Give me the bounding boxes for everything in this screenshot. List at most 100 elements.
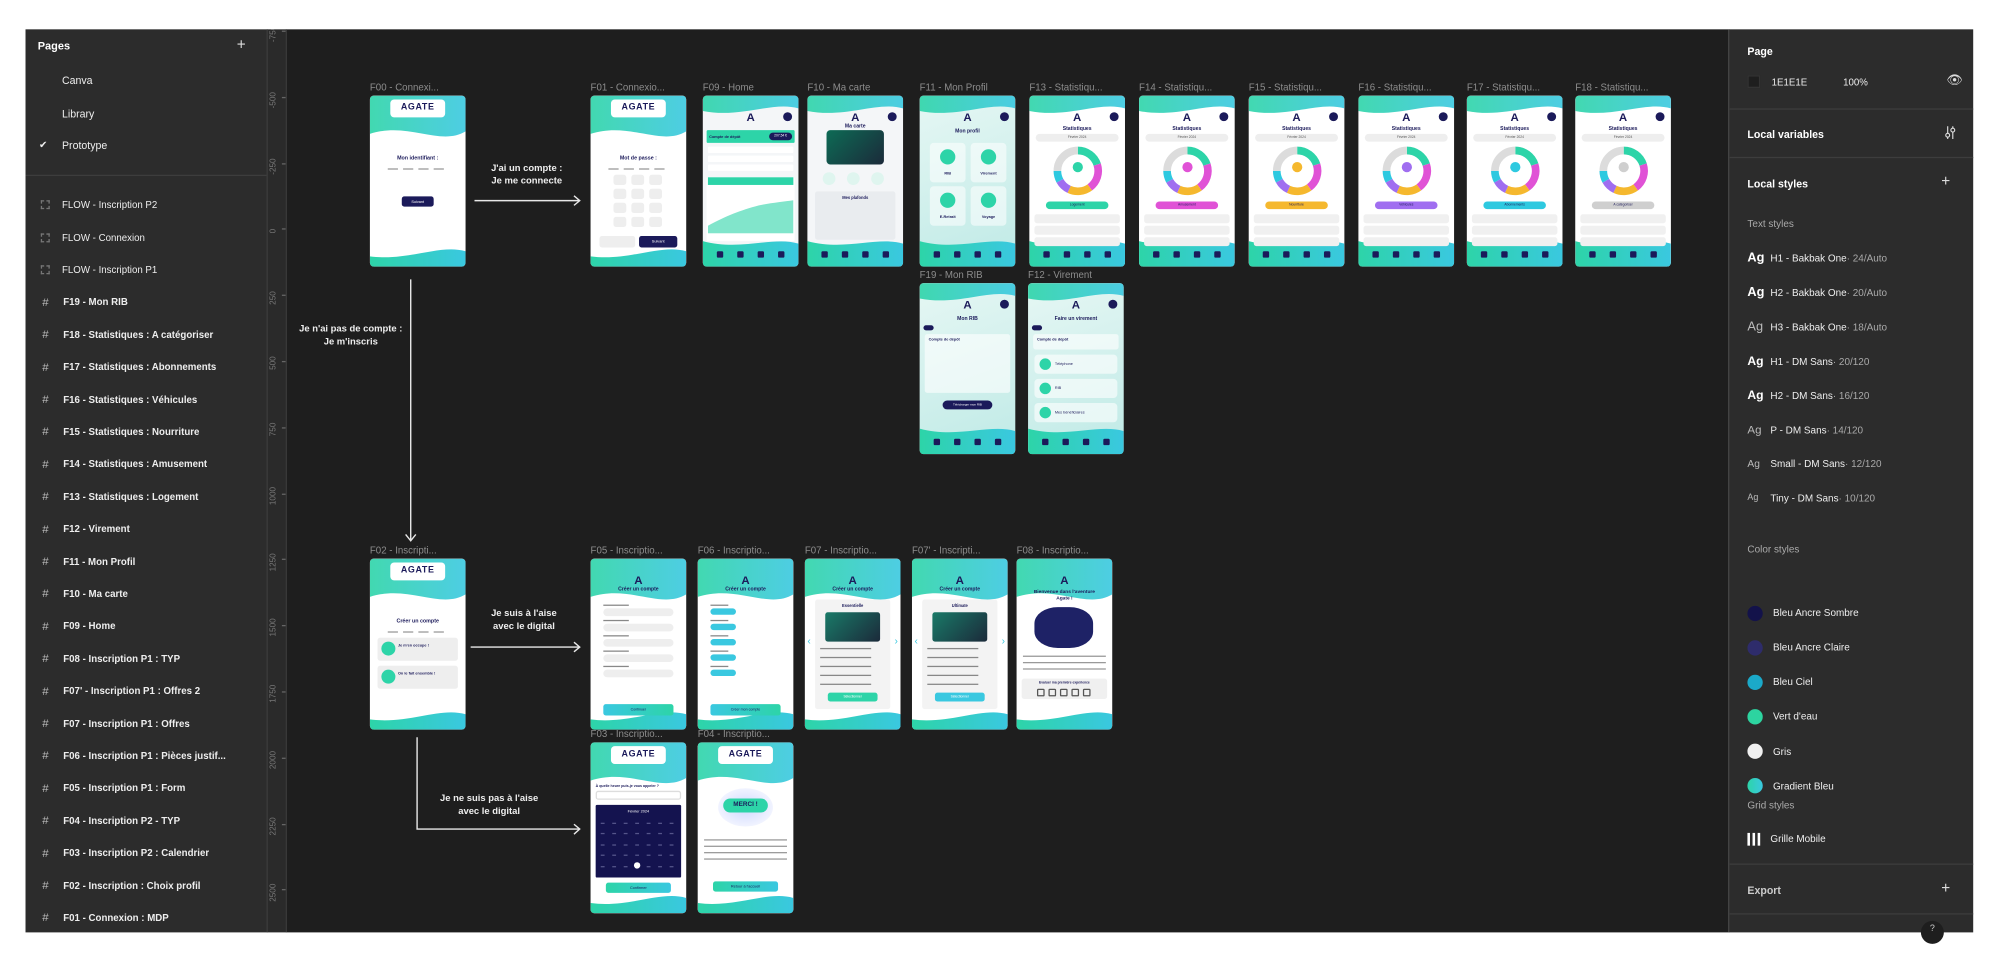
profile-tile[interactable]: E-Retrait xyxy=(929,185,966,226)
add-export-plus-icon[interactable]: + xyxy=(1941,880,1950,895)
frame-stats[interactable]: A Statistiques Février 2024 Logement xyxy=(1029,95,1125,267)
frame-label[interactable]: F19 - Mon RIB xyxy=(920,269,1019,280)
layer-item[interactable]: # F07 - Inscription P1 : Offres xyxy=(25,709,266,737)
category-pill[interactable]: Logement xyxy=(1045,201,1109,209)
variables-sliders-icon[interactable] xyxy=(1944,125,1957,140)
home-icon[interactable] xyxy=(1372,251,1380,258)
home-icon[interactable] xyxy=(1263,251,1270,258)
grid-style-item[interactable]: Grille Mobile xyxy=(1747,832,1826,846)
chart-icon[interactable] xyxy=(1541,251,1548,258)
frame-label[interactable]: F18 - Statistiqu... xyxy=(1575,81,1674,92)
frame-app[interactable]: A Ma carte Mes plafonds xyxy=(807,95,904,267)
frame-label[interactable]: F17 - Statistiqu... xyxy=(1467,81,1566,92)
add-style-plus-icon[interactable]: + xyxy=(1941,173,1950,188)
category-pill[interactable]: Nourriture xyxy=(1265,201,1328,209)
frame-calendar[interactable]: AGATE À quelle heure puis-je vous appeler… xyxy=(590,741,687,913)
frame-offer[interactable]: A Créer un compte Ultimate Sélectionner ‹ › xyxy=(911,558,1008,730)
chart-icon[interactable] xyxy=(1323,251,1330,258)
user-icon[interactable] xyxy=(757,251,764,258)
select-offer-button[interactable]: Sélectionner xyxy=(934,692,985,702)
chevron-right-icon[interactable]: › xyxy=(1002,635,1005,646)
help-button[interactable]: ? xyxy=(1920,920,1944,944)
frame-label[interactable]: F06 - Inscriptio... xyxy=(698,544,797,555)
layer-item[interactable]: # F02 - Inscription : Choix profil xyxy=(25,871,266,899)
card-icon[interactable] xyxy=(1283,251,1290,258)
frame-label[interactable]: F09 - Home xyxy=(703,81,802,92)
category-pill[interactable]: Amusement xyxy=(1155,201,1219,209)
frame-label[interactable]: F08 - Inscriptio... xyxy=(1017,544,1116,555)
frame-label[interactable]: F14 - Statistiqu... xyxy=(1139,81,1238,92)
month-selector[interactable]: Février 2024 xyxy=(1581,133,1665,142)
layer-item[interactable]: # F01 - Connexion : MDP xyxy=(25,904,266,932)
card-icon[interactable] xyxy=(1393,251,1400,258)
layer-item[interactable]: # F06 - Inscription P1 : Pièces justif... xyxy=(25,742,266,770)
select-offer-button[interactable]: Sélectionner xyxy=(827,692,878,702)
frame-profile2[interactable]: A Mon RIB Compte de dépôt Télécharger mon R… xyxy=(919,282,1016,454)
frame-auth[interactable]: AGATE Mon identifiant : Suivant xyxy=(369,95,466,267)
category-pill[interactable]: Abonnements xyxy=(1483,201,1546,209)
layer-item[interactable]: # F10 - Ma carte xyxy=(25,580,266,608)
frame-label[interactable]: F02 - Inscripti... xyxy=(370,544,469,555)
chart-icon[interactable] xyxy=(777,251,784,258)
text-style-item[interactable]: Ag P - DM Sans · 14/120 xyxy=(1747,424,1863,437)
layer-item[interactable]: # F08 - Inscription P1 : TYP xyxy=(25,644,266,672)
layer-item[interactable]: # F03 - Inscription P2 : Calendrier xyxy=(25,839,266,867)
frame-label[interactable]: F11 - Mon Profil xyxy=(920,81,1019,92)
frame-label[interactable]: F01 - Connexio... xyxy=(591,81,690,92)
home-icon[interactable] xyxy=(1042,439,1049,446)
card-icon[interactable] xyxy=(737,251,744,258)
frame-stats[interactable]: A Statistiques Février 2024 Amusement xyxy=(1139,95,1235,267)
export-title[interactable]: Export xyxy=(1747,884,1781,897)
chart-icon[interactable] xyxy=(994,439,1001,446)
chart-icon[interactable] xyxy=(994,251,1001,258)
card-icon[interactable] xyxy=(954,251,961,258)
user-icon[interactable] xyxy=(1521,251,1528,258)
frame-label[interactable]: F13 - Statistiqu... xyxy=(1029,81,1128,92)
user-icon[interactable] xyxy=(1413,251,1420,258)
frame-profile2[interactable]: A Faire un virement Compte de dépôt Télépho… xyxy=(1028,282,1124,454)
chart-icon[interactable] xyxy=(1102,439,1110,446)
card-icon[interactable] xyxy=(841,251,849,258)
color-style-item[interactable]: Bleu Ciel xyxy=(1747,674,1813,690)
layer-item[interactable]: # F05 - Inscription P1 : Form xyxy=(25,774,266,802)
user-icon[interactable] xyxy=(1629,251,1637,258)
design-canvas[interactable]: J'ai un compte : Je me connecte Je n'ai … xyxy=(286,28,1729,932)
frame-label[interactable]: F03 - Inscriptio... xyxy=(591,728,690,739)
home-icon[interactable] xyxy=(821,251,829,258)
transfer-option[interactable]: RIB xyxy=(1034,378,1118,398)
layer-item[interactable]: # F09 - Home xyxy=(25,612,266,640)
layer-item[interactable]: # F13 - Statistiques : Logement xyxy=(25,482,266,510)
chart-icon[interactable] xyxy=(1650,251,1657,258)
next-button[interactable]: Suivant xyxy=(639,235,678,248)
eye-icon[interactable]: 👁 xyxy=(1946,74,1962,88)
chevron-right-icon[interactable]: › xyxy=(895,635,898,646)
home-icon[interactable] xyxy=(1153,251,1160,258)
frame-stats[interactable]: A Statistiques Février 2024 Nourriture xyxy=(1248,95,1345,267)
frame-label[interactable]: F00 - Connexi... xyxy=(370,81,469,92)
user-icon[interactable] xyxy=(974,439,981,446)
frame-stats[interactable]: A Statistiques Février 2024 Véhicules xyxy=(1358,95,1455,267)
page-color-value[interactable]: 1E1E1E xyxy=(1772,76,1808,87)
card-icon[interactable] xyxy=(1501,251,1508,258)
text-style-item[interactable]: Ag H3 - Bakbak One · 18/Auto xyxy=(1747,320,1887,334)
month-selector[interactable]: Février 2024 xyxy=(1145,133,1229,142)
frame-label[interactable]: F07 - Inscriptio... xyxy=(805,544,904,555)
page-item-canva[interactable]: Canva xyxy=(62,74,93,87)
layer-item[interactable]: # F04 - Inscription P2 - TYP xyxy=(25,806,266,834)
card-icon[interactable] xyxy=(1609,251,1617,258)
next-button[interactable]: Suivant xyxy=(401,196,434,207)
layer-item[interactable]: # F17 - Statistiques : Abonnements xyxy=(25,353,266,381)
transfer-option[interactable]: Mes bénéficiaires xyxy=(1034,402,1118,422)
text-style-item[interactable]: Ag H2 - Bakbak One · 20/Auto xyxy=(1747,285,1887,299)
frame-label[interactable]: F07' - Inscripti... xyxy=(912,544,1011,555)
profile-tile[interactable]: Voyage xyxy=(970,185,1007,226)
month-selector[interactable]: Février 2024 xyxy=(1035,133,1119,142)
text-style-item[interactable]: Ag Small - DM Sans · 12/120 xyxy=(1747,458,1881,469)
color-style-item[interactable]: Vert d'eau xyxy=(1747,709,1817,725)
chevron-left-icon[interactable]: ‹ xyxy=(807,635,810,646)
layer-item[interactable]: # F11 - Mon Profil xyxy=(25,547,266,575)
month-selector[interactable]: Février 2024 xyxy=(1473,133,1557,142)
layer-item[interactable]: # F14 - Statistiques : Amusement xyxy=(25,450,266,478)
frame-welcome[interactable]: A Bienvenue dans l'aventure Agate ! Evalue… xyxy=(1016,558,1113,730)
home-icon[interactable] xyxy=(934,439,941,446)
